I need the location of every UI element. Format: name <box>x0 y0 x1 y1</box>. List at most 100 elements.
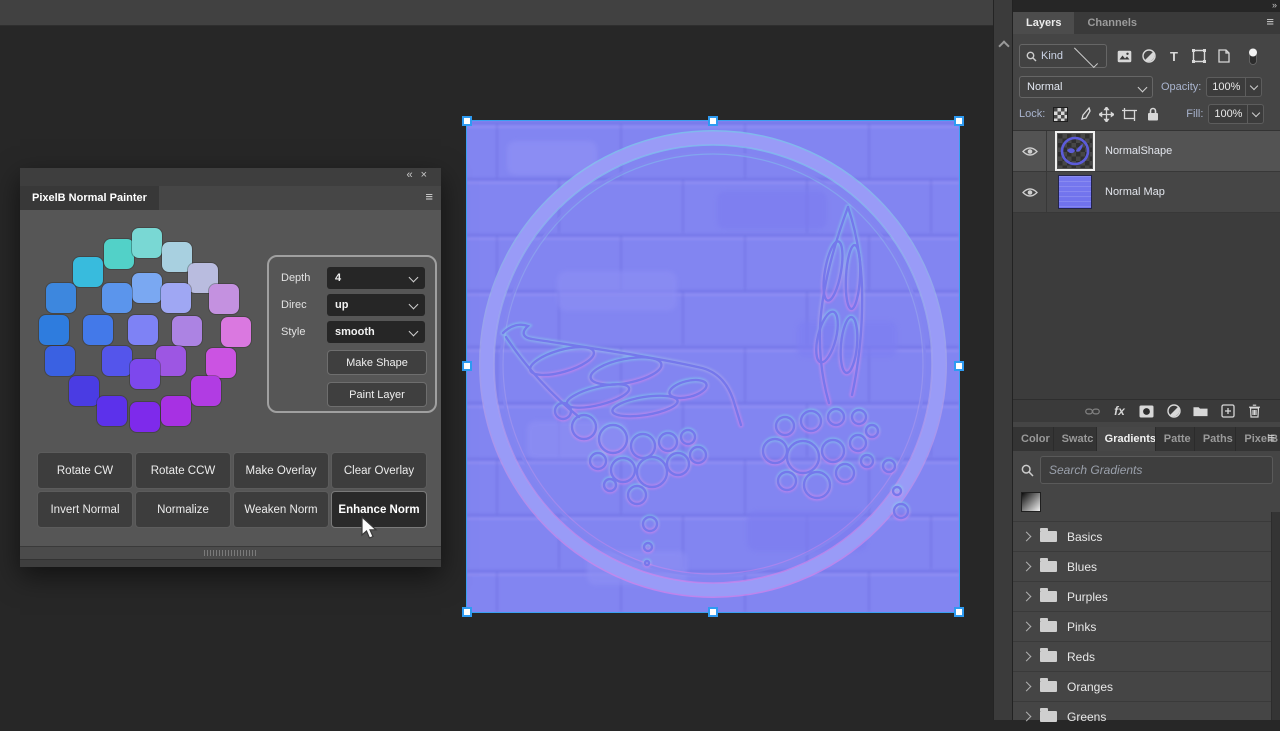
normal-color-swatch-24[interactable] <box>130 402 160 432</box>
layer-thumbnail-normalshape[interactable] <box>1055 131 1095 171</box>
filter-image-icon[interactable] <box>1116 48 1132 64</box>
normal-color-swatch-15[interactable] <box>45 346 75 376</box>
layer-style-fx-icon[interactable]: fx <box>1112 404 1127 419</box>
tab-color[interactable]: Color <box>1013 427 1054 451</box>
action-clear-overlay-button[interactable]: Clear Overlay <box>331 452 427 489</box>
normal-color-swatch-18[interactable] <box>206 348 236 378</box>
chevron-right-icon[interactable] <box>1021 561 1032 572</box>
layer-mask-icon[interactable] <box>1139 404 1154 419</box>
lock-transparency-icon[interactable] <box>1053 106 1069 122</box>
tab-paths[interactable]: Paths <box>1195 427 1237 451</box>
normal-color-swatch-19[interactable] <box>130 359 160 389</box>
gradient-folder-basics[interactable]: Basics <box>1013 521 1280 551</box>
gradient-preset-thumbnail[interactable] <box>1021 491 1041 512</box>
tab-channels[interactable]: Channels <box>1074 12 1150 34</box>
panel-close-icon[interactable]: × <box>421 169 435 181</box>
filter-type-icon[interactable]: T <box>1166 48 1182 64</box>
normal-color-swatch-10[interactable] <box>39 315 69 345</box>
dock-collapse-icon[interactable]: » <box>1272 0 1277 10</box>
normal-color-swatch-1[interactable] <box>132 228 162 258</box>
opacity-dropdown[interactable] <box>1246 77 1263 97</box>
chevron-right-icon[interactable] <box>1021 531 1032 542</box>
action-weaken-norm-button[interactable]: Weaken Norm <box>233 491 329 528</box>
gradient-folder-blues[interactable]: Blues <box>1013 551 1280 581</box>
gradient-folder-reds[interactable]: Reds <box>1013 641 1280 671</box>
search-gradients-input[interactable] <box>1040 456 1273 484</box>
lock-all-icon[interactable] <box>1145 107 1160 122</box>
transform-handle-top-right[interactable] <box>954 116 964 126</box>
normal-color-swatch-6[interactable] <box>102 283 132 313</box>
style-select[interactable]: smooth <box>327 321 425 343</box>
gradient-folder-purples[interactable]: Purples <box>1013 581 1280 611</box>
gradients-panel-menu-icon[interactable]: ≡ <box>1267 430 1275 445</box>
tab-gradients[interactable]: Gradients <box>1096 427 1156 451</box>
transform-handle-bottom-left[interactable] <box>462 607 472 617</box>
normal-color-swatch-23[interactable] <box>161 396 191 426</box>
transform-handle-middle-left[interactable] <box>462 361 472 371</box>
direction-select[interactable]: up <box>327 294 425 316</box>
normal-color-swatch-12[interactable] <box>128 315 158 345</box>
panel-tab-title[interactable]: PixelB Normal Painter <box>20 186 159 210</box>
normal-color-swatch-21[interactable] <box>191 376 221 406</box>
filter-kind-select[interactable]: Kind <box>1019 43 1107 69</box>
layers-panel-menu-icon[interactable]: ≡ <box>1266 14 1274 29</box>
document-canvas[interactable] <box>462 116 964 617</box>
tab-swatc[interactable]: Swatc <box>1054 427 1097 451</box>
normal-color-swatch-20[interactable] <box>69 376 99 406</box>
filter-toggle-icon[interactable] <box>1245 48 1261 65</box>
canvas-vertical-scrollbar[interactable] <box>993 0 1013 720</box>
normal-color-swatch-13[interactable] <box>172 316 202 346</box>
layer-row-normalshape[interactable]: NormalShape <box>1013 131 1280 172</box>
panel-collapse-icon[interactable]: « <box>406 169 420 181</box>
filter-smart-object-icon[interactable] <box>1216 48 1232 64</box>
visibility-eye-icon[interactable] <box>1013 131 1047 171</box>
visibility-eye-icon[interactable] <box>1013 172 1047 212</box>
depth-select[interactable]: 4 <box>327 267 425 289</box>
scroll-up-icon[interactable] <box>998 40 1010 52</box>
delete-layer-trash-icon[interactable] <box>1247 404 1262 419</box>
paint-layer-button[interactable]: Paint Layer <box>327 382 427 407</box>
fill-value[interactable]: 100% <box>1208 104 1249 124</box>
normal-color-swatch-22[interactable] <box>97 396 127 426</box>
link-layers-icon[interactable] <box>1085 404 1100 419</box>
normal-color-swatch-8[interactable] <box>46 283 76 313</box>
normal-color-swatch-0[interactable] <box>104 239 134 269</box>
new-layer-icon[interactable] <box>1220 404 1235 419</box>
transform-handle-top-left[interactable] <box>462 116 472 126</box>
chevron-right-icon[interactable] <box>1021 651 1032 662</box>
action-rotate-ccw-button[interactable]: Rotate CCW <box>135 452 231 489</box>
transform-handle-bottom-right[interactable] <box>954 607 964 617</box>
layer-thumbnail-normal-map[interactable] <box>1058 175 1092 209</box>
tab-layers[interactable]: Layers <box>1013 12 1075 34</box>
chevron-right-icon[interactable] <box>1021 621 1032 632</box>
transform-handle-top-center[interactable] <box>708 116 718 126</box>
normal-color-swatch-5[interactable] <box>132 273 162 303</box>
lock-artboard-icon[interactable] <box>1122 107 1138 122</box>
filter-shape-icon[interactable] <box>1191 48 1207 64</box>
action-invert-normal-button[interactable]: Invert Normal <box>37 491 133 528</box>
normal-color-swatch-3[interactable] <box>73 257 103 287</box>
layer-name[interactable]: Normal Map <box>1105 186 1165 198</box>
opacity-value[interactable]: 100% <box>1206 77 1247 97</box>
transform-handle-bottom-center[interactable] <box>708 607 718 617</box>
normal-color-swatch-14[interactable] <box>221 317 251 347</box>
action-normalize-button[interactable]: Normalize <box>135 491 231 528</box>
action-make-overlay-button[interactable]: Make Overlay <box>233 452 329 489</box>
normal-color-swatch-9[interactable] <box>209 284 239 314</box>
normal-color-swatch-16[interactable] <box>102 346 132 376</box>
gradient-folder-oranges[interactable]: Oranges <box>1013 671 1280 701</box>
layer-name[interactable]: NormalShape <box>1105 145 1172 157</box>
new-group-folder-icon[interactable] <box>1193 404 1208 419</box>
gradients-scrollbar[interactable] <box>1271 512 1280 720</box>
lock-pixels-brush-icon[interactable] <box>1076 107 1091 122</box>
blend-mode-select[interactable]: Normal <box>1019 76 1153 98</box>
normal-color-swatch-11[interactable] <box>83 315 113 345</box>
transform-handle-middle-right[interactable] <box>954 361 964 371</box>
make-shape-button[interactable]: Make Shape <box>327 350 427 375</box>
filter-adjustment-icon[interactable] <box>1141 48 1157 64</box>
layer-row-normal-map[interactable]: Normal Map <box>1013 172 1280 213</box>
action-rotate-cw-button[interactable]: Rotate CW <box>37 452 133 489</box>
normal-color-swatch-7[interactable] <box>161 283 191 313</box>
chevron-right-icon[interactable] <box>1021 681 1032 692</box>
fill-dropdown[interactable] <box>1248 104 1265 124</box>
